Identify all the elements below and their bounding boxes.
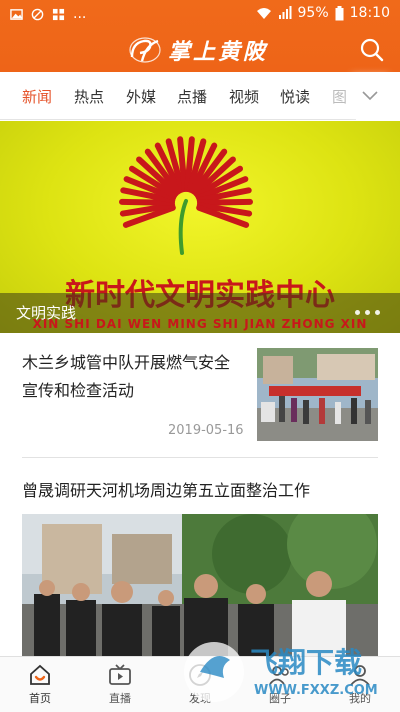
carousel-dot — [355, 310, 360, 315]
chevron-down-icon — [362, 91, 378, 101]
nav-live[interactable]: 直播 — [90, 663, 150, 706]
tab-reading[interactable]: 悦读 — [280, 86, 310, 107]
watermark-url: WWW.FXXZ.COM — [254, 683, 378, 698]
banner-carousel[interactable]: 新时代文明实践中心 文明实践 XIN SHI DAI WEN MING SHI … — [0, 121, 400, 333]
nav-live-label: 直播 — [109, 692, 131, 705]
tab-on-demand[interactable]: 点播 — [177, 86, 207, 107]
image-icon — [10, 8, 23, 20]
wifi-icon — [256, 8, 271, 19]
news-title[interactable]: 曾晟调研天河机场周边第五立面整治工作 — [22, 477, 310, 501]
news-title: 木兰乡城管中队开展燃气安全宣传和检查活动 — [22, 353, 231, 400]
tab-pictures[interactable]: 图 — [332, 86, 347, 107]
clock: 18:10 — [349, 5, 390, 21]
carousel-indicator — [355, 310, 380, 315]
search-icon[interactable] — [358, 36, 386, 64]
site-watermark: 飞翔下载 WWW.FXXZ.COM — [184, 642, 378, 702]
tab-foreign-media[interactable]: 外媒 — [126, 86, 156, 107]
news-date: 2019-05-16 — [168, 423, 244, 438]
sunflower-petal — [196, 198, 253, 206]
logo-mark-icon — [129, 37, 161, 63]
app-title: 掌上黄陂 — [168, 39, 269, 65]
tv-icon — [109, 664, 131, 685]
tab-news[interactable]: 新闻 — [22, 86, 52, 107]
news-thumbnail — [257, 348, 378, 441]
signal-icon — [278, 6, 292, 19]
header: ... 95% 18:10 掌上黄陂 — [0, 0, 400, 72]
tab-hot[interactable]: 热点 — [74, 86, 104, 107]
sunflower-petal — [119, 198, 176, 206]
tab-video[interactable]: 视频 — [229, 86, 259, 107]
carousel-dot — [375, 310, 380, 315]
nav-home[interactable]: 首页 — [10, 663, 70, 706]
list-divider — [22, 457, 378, 458]
news-item[interactable]: 木兰乡城管中队开展燃气安全宣传和检查活动 2019-05-16 — [0, 333, 400, 457]
sunflower-emblem — [119, 136, 253, 228]
carousel-dot — [365, 310, 370, 315]
notification-icons: ... — [10, 6, 86, 22]
home-icon — [30, 664, 50, 685]
app-logo: 掌上黄陂 — [128, 28, 268, 72]
overflow-indicator: ... — [73, 6, 87, 22]
battery-icon — [335, 5, 344, 20]
more-tabs-button[interactable] — [356, 72, 400, 120]
status-bar: ... 95% 18:10 — [0, 0, 400, 28]
blocked-icon — [31, 8, 44, 20]
category-tabs: 新闻 热点 外媒 点播 视频 悦读 图 — [0, 72, 400, 120]
app-bar: 掌上黄陂 — [0, 28, 400, 72]
battery-percent: 95% — [297, 5, 329, 21]
nav-home-label: 首页 — [29, 692, 51, 705]
banner-pinyin: XIN SHI DAI WEN MING SHI JIAN ZHONG XIN — [32, 317, 368, 331]
app-grid-icon — [52, 8, 65, 20]
watermark-text: 飞翔下载 — [250, 646, 362, 679]
app-screen: { "status_bar": { "battery": "95%", "tim… — [0, 0, 400, 712]
system-icons: 95% 18:10 — [256, 5, 390, 21]
